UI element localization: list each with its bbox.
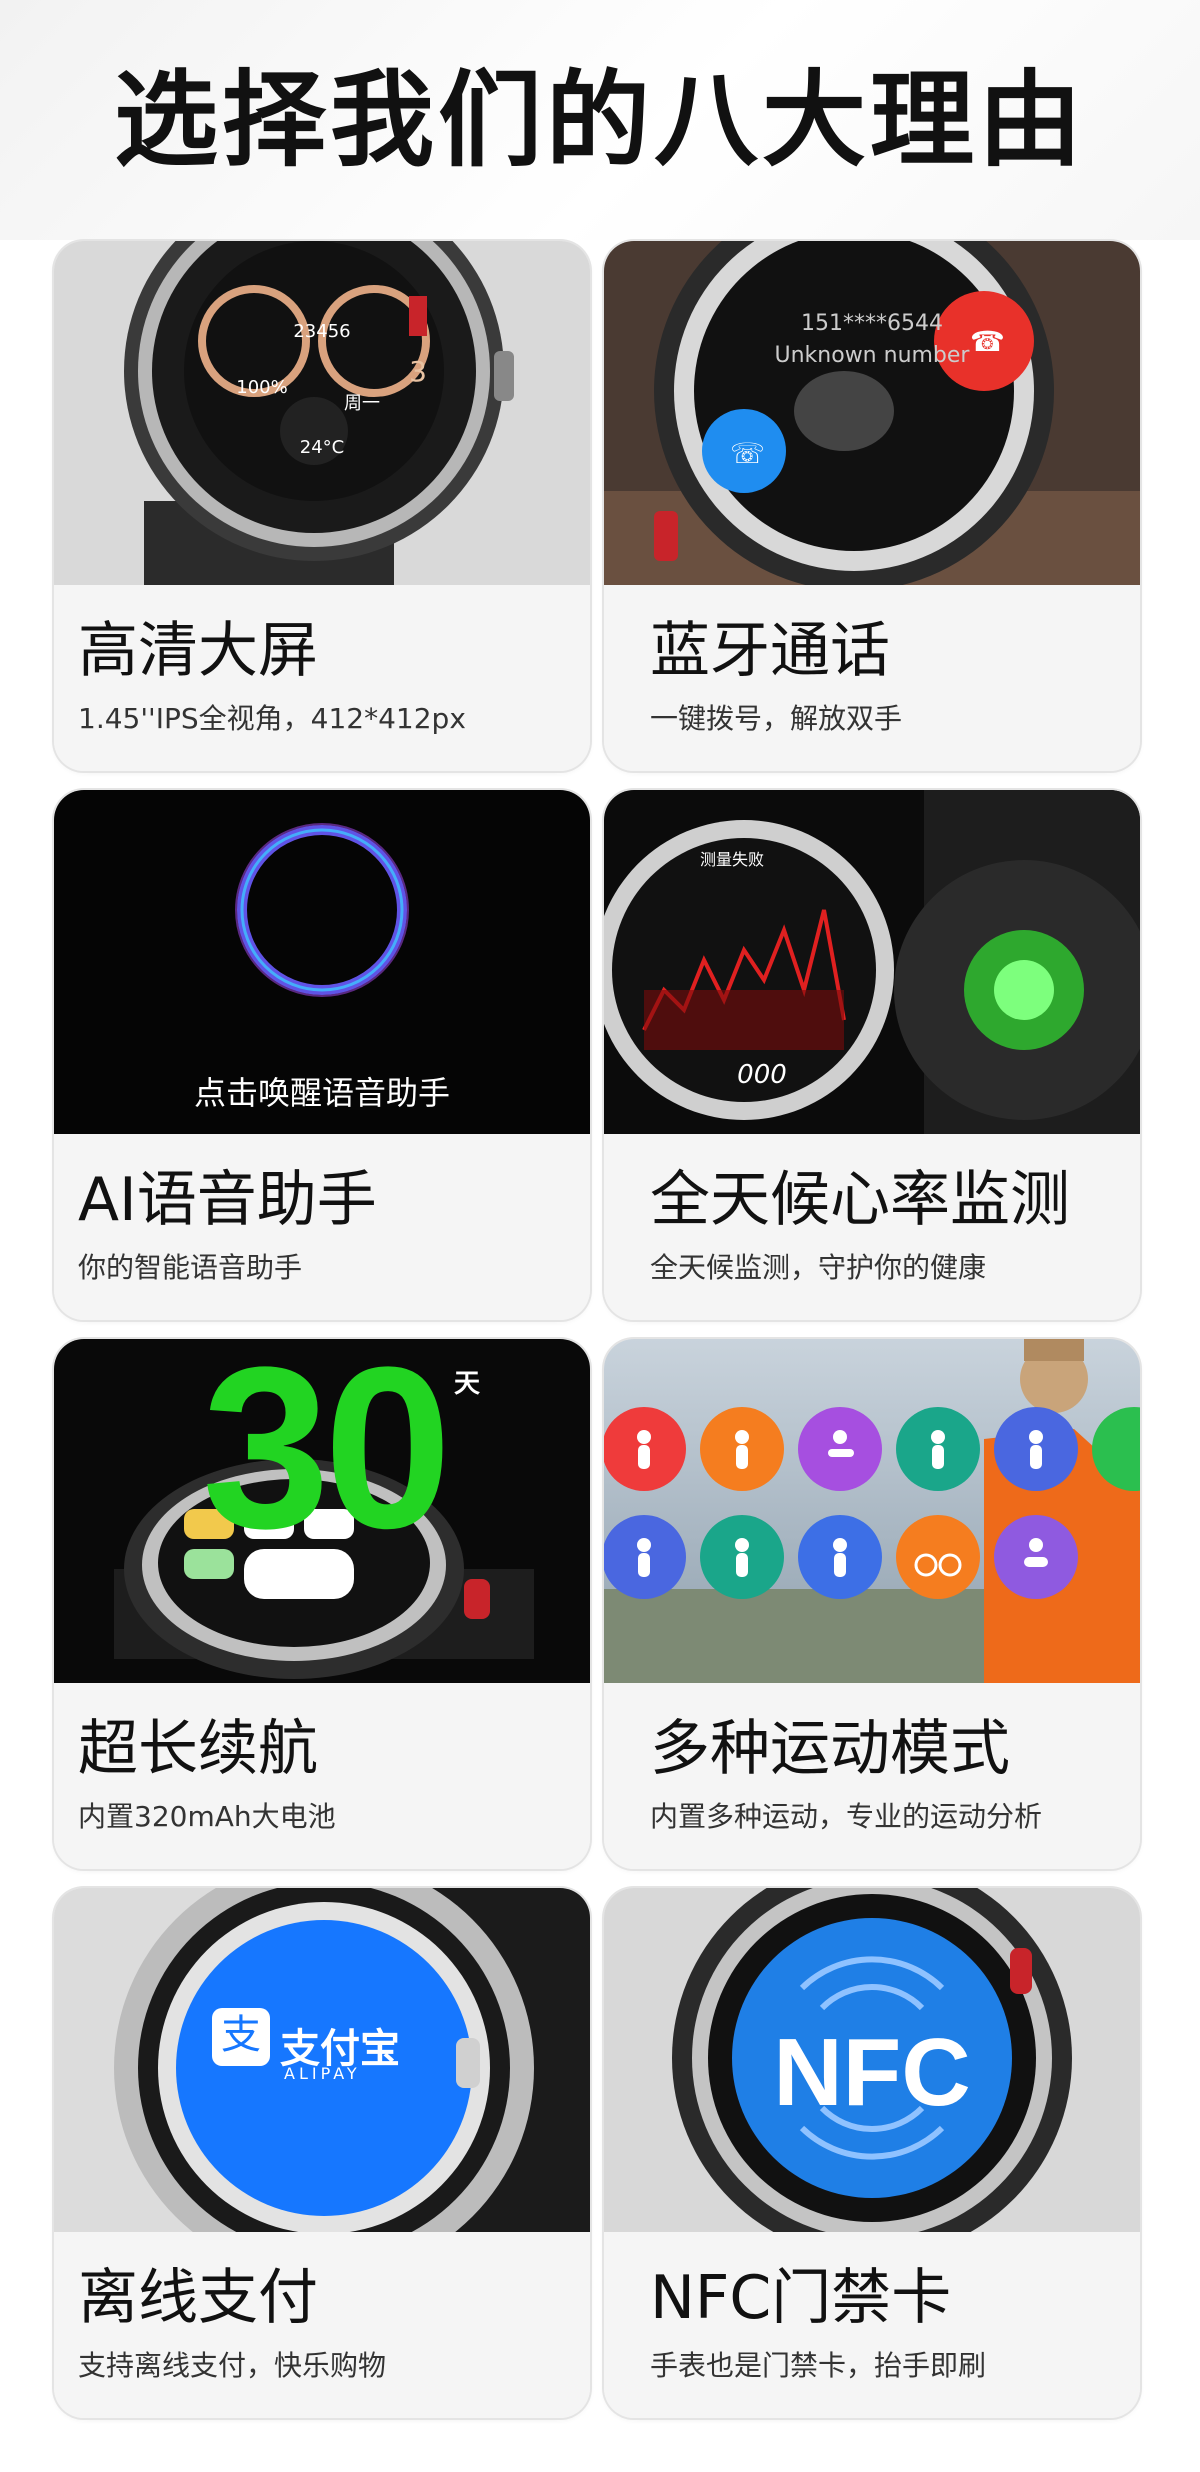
voice-assistant-photo: 点击唤醒语音助手: [54, 790, 590, 1134]
call-photo: 151****6544 Unknown number ☏ ☎: [604, 241, 1140, 585]
card-battery: 30 天 超长续航 内置320mAh大电池: [54, 1339, 590, 1869]
card-nfc: NFC NFC门禁卡 手表也是门禁卡，抬手即刷: [604, 1888, 1140, 2418]
sports-photo: [604, 1339, 1140, 1683]
accept-call-icon[interactable]: ☏: [730, 437, 765, 470]
card-subtitle: 支持离线支付，快乐购物: [78, 2349, 387, 2382]
card-bt-call: 151****6544 Unknown number ☏ ☎ 蓝牙通话 一键拨号…: [604, 241, 1140, 771]
heart-rate-photo: 测量失败 000: [604, 790, 1140, 1134]
card-heart-rate: 测量失败 000 全天候心率监测 全天候监测，守护你的健康: [604, 790, 1140, 1320]
nfc-photo: NFC: [604, 1888, 1140, 2232]
card-subtitle: 内置多种运动，专业的运动分析: [650, 1800, 1043, 1833]
card-offline-pay: 支 支付宝 ALIPAY 离线支付 支持离线支付，快乐购物: [54, 1888, 590, 2418]
card-title: 蓝牙通话: [650, 616, 890, 686]
caption: NFC门禁卡 手表也是门禁卡，抬手即刷: [604, 2232, 1140, 2418]
card-sports: 多种运动模式 内置多种运动，专业的运动分析: [604, 1339, 1140, 1869]
card-ai-voice: 点击唤醒语音助手 AI语音助手 你的智能语音助手: [54, 790, 590, 1320]
steps-readout: 23456: [293, 321, 351, 342]
battery-days-number: 30: [202, 1339, 452, 1576]
card-title: 离线支付: [78, 2263, 318, 2333]
hr-value: 000: [737, 1060, 787, 1090]
card-subtitle: 1.45''IPS全视角，412*412px: [78, 702, 466, 735]
caption: 全天候心率监测 全天候监测，守护你的健康: [604, 1134, 1140, 1320]
temp-readout: 24°C: [299, 437, 345, 458]
voice-prompt: 点击唤醒语音助手: [193, 1074, 450, 1112]
card-title: 多种运动模式: [650, 1714, 1010, 1784]
caption: 高清大屏 1.45''IPS全视角，412*412px: [54, 585, 590, 771]
card-title: NFC门禁卡: [650, 2263, 952, 2333]
card-subtitle: 手表也是门禁卡，抬手即刷: [650, 2349, 987, 2382]
card-subtitle: 一键拨号，解放双手: [650, 702, 903, 735]
card-title: 高清大屏: [78, 616, 318, 686]
card-subtitle: 内置320mAh大电池: [78, 1800, 336, 1833]
caller-label: Unknown number: [774, 343, 970, 368]
card-subtitle: 你的智能语音助手: [78, 1251, 303, 1284]
battery-days-unit: 天: [454, 1369, 481, 1399]
caption: 多种运动模式 内置多种运动，专业的运动分析: [604, 1683, 1140, 1869]
alipay-photo: 支 支付宝 ALIPAY: [54, 1888, 590, 2232]
caption: AI语音助手 你的智能语音助手: [54, 1134, 590, 1320]
card-subtitle: 全天候监测，守护你的健康: [650, 1251, 987, 1284]
card-title: 超长续航: [78, 1714, 318, 1784]
page-title: 选择我们的八大理由: [113, 59, 1086, 181]
card-hd-screen: 23456 100% 周一 24°C 3 高清大屏 1.45''IPS全视角，4…: [54, 241, 590, 771]
svg-text:支: 支: [221, 2012, 261, 2058]
weekday-readout: 周一: [344, 393, 380, 414]
alipay-sub: ALIPAY: [284, 2064, 361, 2083]
caller-number: 151****6544: [801, 311, 943, 336]
hr-status: 测量失败: [699, 850, 764, 869]
caption: 离线支付 支持离线支付，快乐购物: [54, 2232, 590, 2418]
card-title: AI语音助手: [78, 1165, 377, 1235]
card-title: 全天候心率监测: [650, 1165, 1070, 1235]
watch-face-photo: 23456 100% 周一 24°C 3: [54, 241, 590, 585]
nfc-label: NFC: [773, 2019, 971, 2126]
caption: 超长续航 内置320mAh大电池: [54, 1683, 590, 1869]
caption: 蓝牙通话 一键拨号，解放双手: [604, 585, 1140, 771]
battery-photo: 30 天: [54, 1339, 590, 1683]
hour-mark: 3: [409, 355, 427, 388]
decline-call-icon[interactable]: ☎: [970, 325, 1005, 358]
